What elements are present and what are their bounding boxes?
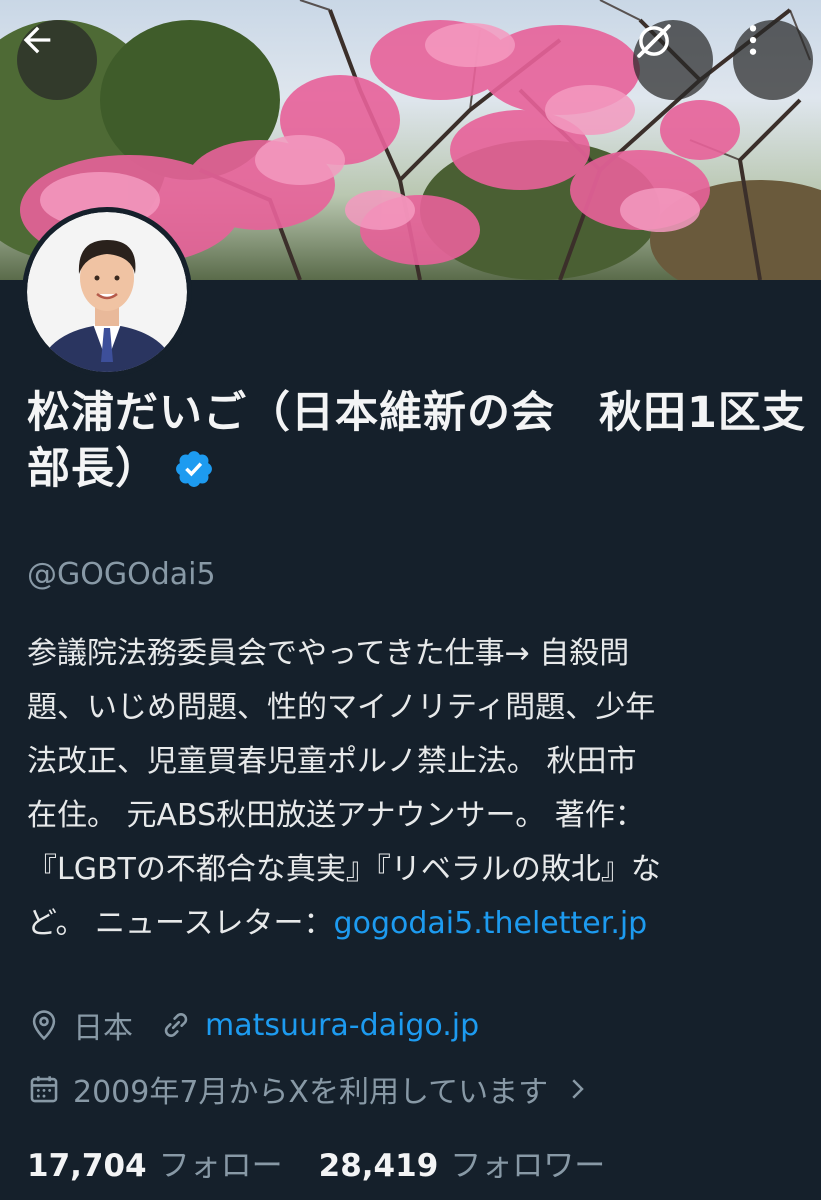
avatar[interactable]: [22, 207, 192, 377]
location-text: 日本: [73, 1011, 133, 1046]
join-date-row[interactable]: 2009年7月からXを利用しています: [27, 1067, 604, 1111]
follow-stats: 17,704 フォロー 28,419 フォロワー: [27, 1140, 605, 1185]
arrow-left-icon: [23, 26, 51, 54]
verified-badge-icon[interactable]: [173, 448, 215, 504]
grok-icon: [637, 24, 671, 58]
bio-text: 参議院法務委員会でやってきた仕事→ 自殺問 題、いじめ問題、性的マイノリティ問題…: [27, 636, 661, 941]
following-link[interactable]: 17,704 フォロー: [27, 1140, 283, 1185]
following-count: 17,704: [27, 1148, 147, 1184]
followers-link[interactable]: 28,419 フォロワー: [319, 1140, 606, 1185]
chevron-right-icon: [572, 1079, 584, 1099]
followers-label: フォロワー: [450, 1148, 606, 1184]
join-date-text: 2009年7月からXを利用しています: [73, 1075, 549, 1110]
calendar-icon: [30, 1076, 58, 1103]
handle: @GOGOdai5: [27, 557, 216, 592]
grok-button[interactable]: [633, 20, 713, 100]
more-button[interactable]: [733, 20, 813, 100]
followers-count: 28,419: [318, 1148, 439, 1184]
following-label: フォロー: [158, 1148, 283, 1184]
bio: 参議院法務委員会でやってきた仕事→ 自殺問 題、いじめ問題、性的マイノリティ問題…: [27, 627, 807, 951]
bio-link[interactable]: gogodai5.theletter.jp: [334, 906, 648, 941]
display-name-text: 松浦だいご（日本維新の会 秋田1区支部長）: [27, 388, 806, 494]
back-button[interactable]: [17, 20, 97, 100]
website-link[interactable]: matsuura-daigo.jp: [205, 1008, 479, 1043]
display-name: 松浦だいご（日本維新の会 秋田1区支部長）: [27, 385, 807, 504]
avatar-photo: [27, 212, 187, 372]
profile-meta-row: 日本 matsuura-daigo.jp: [27, 1003, 479, 1047]
location-pin-icon: [32, 1010, 56, 1041]
link-icon: [164, 1013, 188, 1037]
more-vertical-icon: [749, 25, 757, 55]
